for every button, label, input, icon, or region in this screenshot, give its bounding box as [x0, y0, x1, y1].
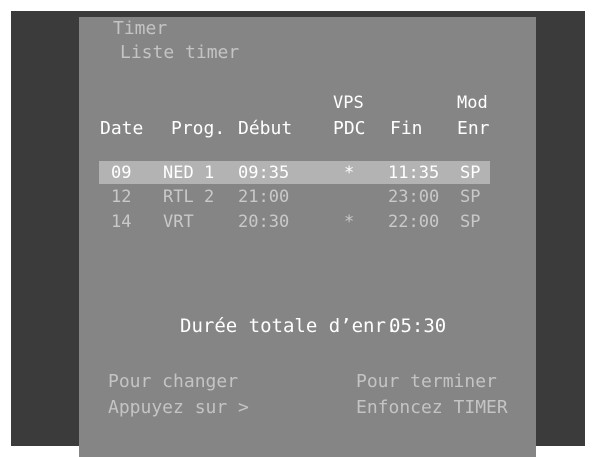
timer-menu-panel: Timer Liste timer Date Prog. Début VPS P…: [79, 17, 536, 457]
row-date: 09: [111, 163, 132, 183]
row-start-time: 20:30: [238, 212, 290, 232]
change-instruction-line1: Pour changer: [108, 371, 239, 392]
row-end-time: 23:00: [388, 187, 440, 207]
row-vps-marker: *: [344, 163, 355, 183]
row-record-mode: SP: [460, 187, 481, 207]
column-header-mod: Mod: [457, 93, 488, 113]
row-program: RTL 2: [163, 187, 215, 207]
change-instruction-line2: Appuyez sur >: [108, 397, 249, 418]
row-vps-marker: *: [344, 212, 355, 232]
total-duration-value: 05:30: [389, 315, 447, 337]
column-header-fin: Fin: [390, 118, 423, 139]
column-header-debut: Début: [238, 118, 293, 139]
menu-title: Timer: [113, 18, 168, 39]
row-end-time: 22:00: [388, 212, 440, 232]
row-date: 14: [111, 212, 132, 232]
column-header-date: Date: [100, 118, 144, 139]
row-start-time: 09:35: [238, 163, 290, 183]
total-duration-label: Durée totale d’enr.: [180, 315, 398, 337]
column-header-vps: VPS: [333, 93, 364, 113]
column-header-prog: Prog.: [171, 118, 226, 139]
column-header-enr: Enr: [457, 118, 490, 139]
finish-instruction-line2: Enfoncez TIMER: [356, 397, 508, 418]
screen-frame: Timer Liste timer Date Prog. Début VPS P…: [0, 0, 596, 457]
row-end-time: 11:35: [388, 163, 440, 183]
column-header-pdc: PDC: [333, 118, 366, 139]
row-program: NED 1: [163, 163, 215, 183]
finish-instruction-line1: Pour terminer: [356, 371, 497, 392]
row-date: 12: [111, 187, 132, 207]
menu-subtitle: Liste timer: [120, 42, 240, 63]
row-record-mode: SP: [460, 163, 481, 183]
row-start-time: 21:00: [238, 187, 290, 207]
row-program: VRT: [163, 212, 194, 232]
row-record-mode: SP: [460, 212, 481, 232]
